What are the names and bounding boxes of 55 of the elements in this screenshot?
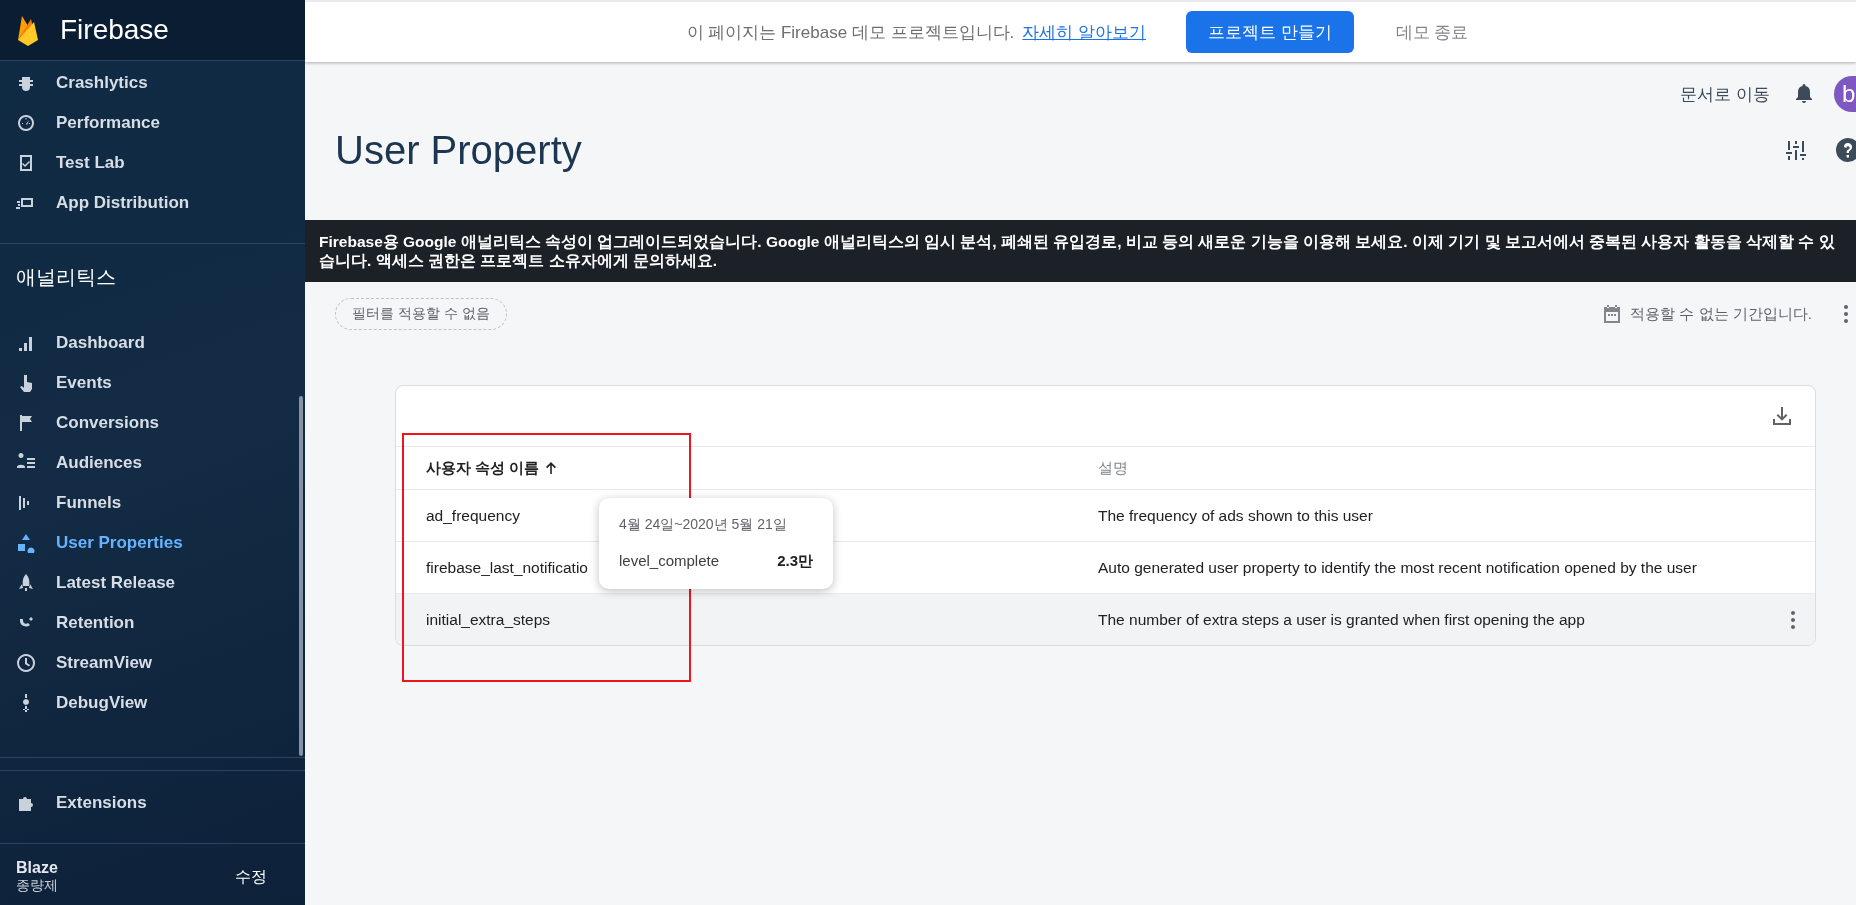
plan-name: Blaze [16,859,58,877]
page-title: User Property [335,127,583,173]
sliders-icon[interactable] [1785,139,1807,161]
nav-item[interactable]: Test Lab [0,143,305,183]
bell-icon[interactable] [1794,83,1814,105]
date-range-text: 적용할 수 없는 기간입니다. [1630,304,1812,324]
brand-name: Firebase [60,14,169,46]
nav-item[interactable]: Audiences [0,443,305,483]
avatar[interactable]: b [1834,76,1856,112]
docs-link[interactable]: 문서로 이동 [1680,82,1770,106]
table-cell: firebase_last_notificatio [426,558,588,576]
nav-item[interactable]: Latest Release [0,563,305,603]
help-icon[interactable] [1835,137,1856,163]
table-cell: The number of extra steps a user is granted when first opening the app [1098,610,1585,629]
table-cell: ad_frequency [426,506,520,524]
nav-item[interactable]: Events [0,363,305,403]
table-cell: initial_extra_steps [426,610,551,628]
column-header[interactable]: 사용자 속성 이름 [426,458,1098,478]
nav-item[interactable]: Funnels [0,483,305,523]
plan-type: 종량제 [16,877,58,895]
demo-message: 이 페이지는 Firebase 데모 프로젝트입니다. [686,21,1015,44]
clock-icon [16,653,36,673]
more-icon[interactable] [1791,610,1795,629]
notice-banner: Firebase용 Google 애널리틱스 속성이 업그레이드되었습니다. Google 애널리틱스의 임시 분석, 폐쇄된 유입경로, 비교 등의 새로운 기능을 이용해 보세요. 이제 기기 및 보고서에서 중복된 사용자 활동을 삭제할 수 있습니다. 액세스 권한은 프로젝트 소유자에게 문의하세요. [305,220,1856,282]
rocket-icon [16,573,36,593]
create-project-button[interactable]: 프로젝트 만들기 [1186,11,1354,53]
nav-item[interactable]: App Distribution [0,183,305,223]
download-icon[interactable] [1771,405,1793,427]
edit-plan-button[interactable]: 수정 [227,862,275,892]
nav-item[interactable]: Dashboard [0,323,305,363]
nav-item[interactable]: Extensions [0,775,305,831]
nav-item[interactable]: Retention [0,603,305,643]
nav-item[interactable]: Crashlytics [0,63,305,103]
exit-demo-button[interactable]: 데모 종료 [1389,19,1475,45]
flame-logo-icon [16,14,40,46]
scrollbar[interactable] [299,396,303,756]
section-title: 애널리틱스 [15,265,117,290]
learn-more-link[interactable]: 자세히 알아보기 [1022,20,1146,44]
gauge-icon [16,113,36,133]
sort-arrow-icon [545,462,558,474]
table-cell: The frequency of ads shown to this user [1098,506,1373,525]
shapes-icon [16,533,36,553]
column-header[interactable]: 설명 [1098,458,1128,478]
nav-item[interactable]: Performance [0,103,305,143]
more-icon[interactable] [1844,305,1848,323]
calendar-icon[interactable] [1602,304,1623,324]
tooltip-date: 4월 24일~2020년 5월 21일 [619,516,788,534]
nav-item[interactable]: Conversions [0,403,305,443]
table-row[interactable]: initial_extra_steps The number of extra steps a user is granted when first opening the app [396,594,1815,645]
table-cell: Auto generated user property to identify the most recent notification opened by the user [1098,558,1697,577]
nav-item[interactable]: StreamView [0,643,305,683]
nav-item[interactable]: DebugView [0,683,305,723]
nav-item[interactable]: User Properties [0,523,305,563]
tooltip-value: 2.3만 [777,552,813,571]
tooltip-label: level_complete [619,552,720,571]
